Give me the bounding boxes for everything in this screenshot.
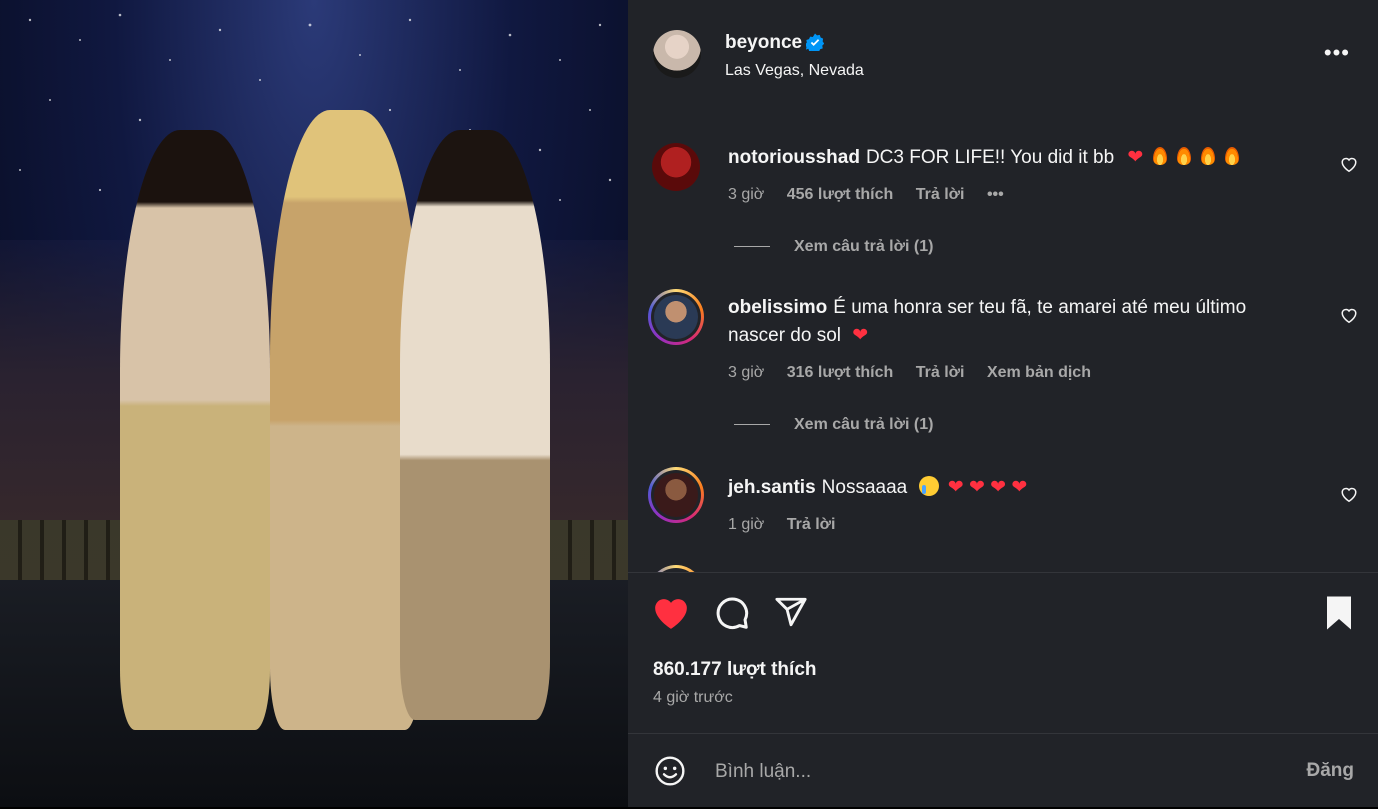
like-comment-heart-icon[interactable] — [1340, 307, 1358, 324]
view-replies-button[interactable]: Xem câu trả lời (1) — [734, 416, 933, 434]
comment-body: notoriousshad DC3 FOR LIFE!! You did it b… — [728, 144, 1288, 172]
emoji-picker-icon[interactable] — [654, 755, 686, 787]
comment-likes[interactable]: 456 lượt thích — [787, 186, 894, 203]
comment-avatar[interactable] — [654, 295, 698, 339]
comment-text: Nossaaaa — [821, 477, 908, 498]
share-icon[interactable] — [774, 595, 808, 629]
comment-username[interactable]: notoriousshad — [728, 147, 860, 168]
comment-composer: Đăng — [628, 733, 1378, 809]
performer-center — [270, 110, 420, 730]
fire-emoji-icon — [1153, 147, 1168, 165]
reply-button[interactable]: Trả lời — [916, 186, 965, 203]
divider — [734, 246, 770, 248]
post-header: beyonce Las Vegas, Nevada ••• — [628, 0, 1378, 110]
comment-meta: 1 giờ Trả lời — [728, 516, 853, 534]
translate-button[interactable]: Xem bản dịch — [987, 364, 1091, 381]
likes-count[interactable]: 860.177 lượt thích — [653, 659, 817, 681]
comment-text: DC3 FOR LIFE!! You did it bb — [865, 147, 1115, 168]
story-ring[interactable] — [648, 565, 704, 572]
post-comment-button[interactable]: Đăng — [1307, 760, 1355, 782]
comment-more-button[interactable]: ••• — [987, 186, 1004, 203]
comments-list: notoriousshad DC3 FOR LIFE!! You did it b… — [628, 110, 1378, 572]
save-bookmark-icon[interactable] — [1324, 595, 1354, 631]
post-actions: 860.177 lượt thích 4 giờ trước Đăng — [628, 572, 1378, 808]
comment-body: obelissimo É uma honra ser teu fã, te ama… — [728, 294, 1288, 350]
view-replies-label: Xem câu trả lời (1) — [794, 416, 934, 433]
fire-emoji-icon — [1177, 147, 1192, 165]
like-comment-heart-icon[interactable] — [1340, 156, 1358, 173]
verified-badge-icon — [806, 33, 825, 51]
comment-likes[interactable]: 316 lượt thích — [787, 364, 894, 381]
performer-right — [400, 130, 550, 720]
comment-body: jeh.santis Nossaaaa ❤ ❤ ❤ ❤ — [728, 474, 1288, 502]
post-time[interactable]: 4 giờ trước — [653, 689, 733, 707]
like-comment-heart-icon[interactable] — [1340, 486, 1358, 503]
fire-emoji-icon — [1225, 147, 1240, 165]
reply-button[interactable]: Trả lời — [916, 364, 965, 381]
heart-emoji-icon: ❤ ❤ ❤ ❤ — [947, 477, 1028, 498]
author-username[interactable]: beyonce — [725, 32, 825, 54]
comment-time[interactable]: 3 giờ — [728, 364, 764, 381]
view-replies-label: Xem câu trả lời (1) — [794, 238, 934, 255]
comment-time[interactable]: 1 giờ — [728, 516, 764, 533]
performer-left — [120, 130, 270, 730]
more-options-button[interactable]: ••• — [1324, 42, 1350, 64]
post-photo[interactable] — [0, 0, 628, 807]
comment-meta: 3 giờ 456 lượt thích Trả lời ••• — [728, 186, 1022, 204]
post-location[interactable]: Las Vegas, Nevada — [725, 62, 864, 80]
comment-username[interactable]: jeh.santis — [728, 477, 816, 498]
heart-emoji-icon: ❤ — [1127, 147, 1144, 168]
comment-input[interactable] — [713, 756, 1277, 788]
heart-emoji-icon: ❤ — [852, 325, 869, 346]
post-details-panel: beyonce Las Vegas, Nevada ••• notoriouss… — [628, 0, 1378, 807]
fire-emoji-icon — [1201, 147, 1216, 165]
comment-meta: 3 giờ 316 lượt thích Trả lời Xem bản dịc… — [728, 364, 1109, 382]
author-name[interactable]: beyonce — [725, 32, 802, 53]
comment-icon[interactable] — [714, 595, 750, 631]
comment-avatar[interactable] — [652, 143, 700, 191]
reply-button[interactable]: Trả lời — [787, 516, 836, 533]
crying-emoji-icon — [918, 476, 939, 496]
author-avatar[interactable] — [653, 30, 701, 78]
comment-username[interactable]: obelissimo — [728, 297, 827, 318]
view-replies-button[interactable]: Xem câu trả lời (1) — [734, 238, 933, 256]
comment-time[interactable]: 3 giờ — [728, 186, 764, 203]
divider — [734, 424, 770, 426]
liked-heart-icon[interactable] — [652, 595, 690, 631]
comment-avatar[interactable] — [654, 473, 698, 517]
